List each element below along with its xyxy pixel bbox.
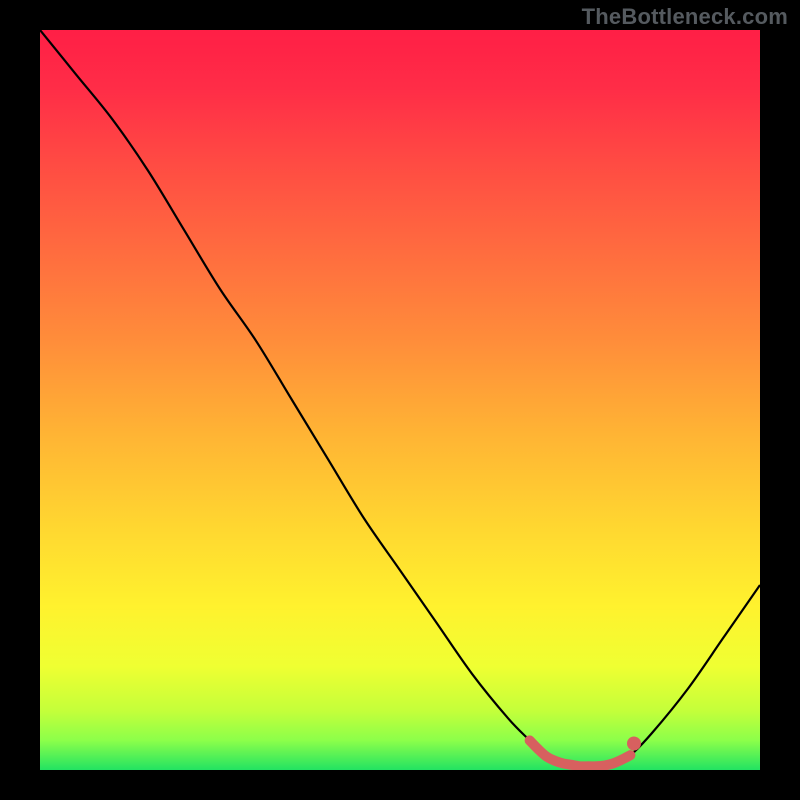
chart-outer-frame: TheBottleneck.com [0,0,800,800]
bottleneck-curve-chart [40,30,760,770]
optimal-range-endpoint-dot [627,737,641,751]
gradient-background [40,30,760,770]
plot-area [40,30,760,770]
watermark-text: TheBottleneck.com [582,4,788,30]
